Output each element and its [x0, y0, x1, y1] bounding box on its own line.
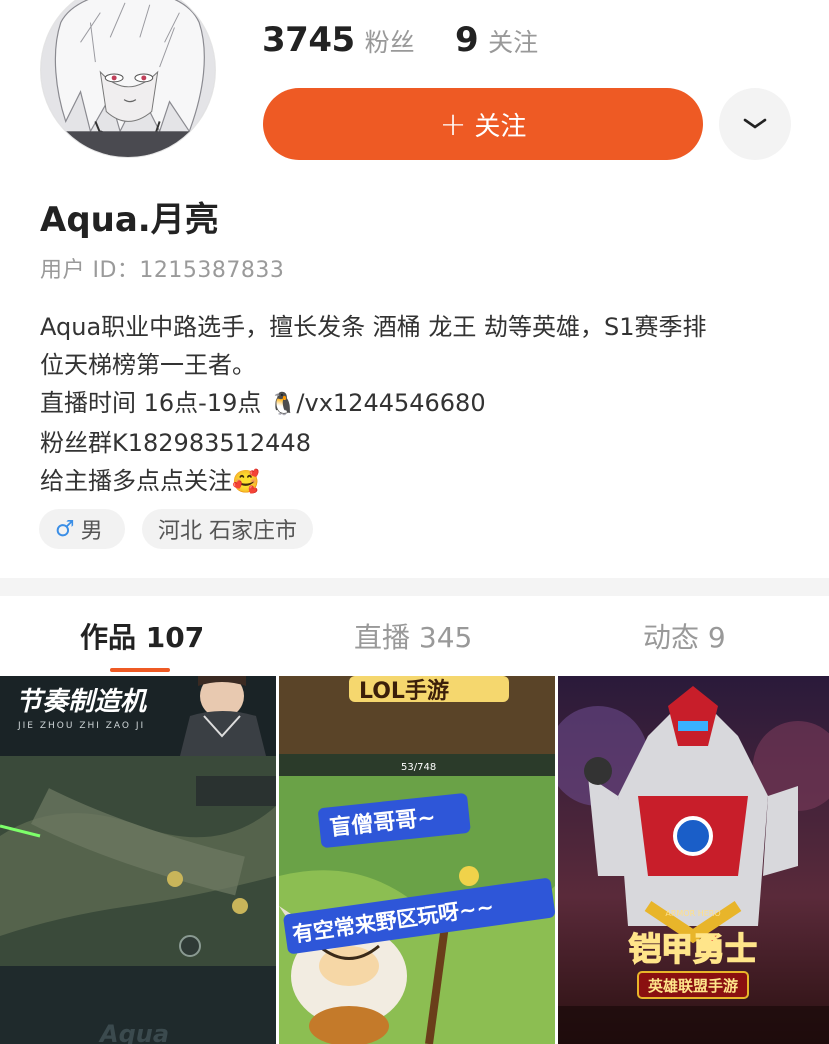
tab-posts[interactable]: 动态 9	[643, 616, 726, 656]
active-tab-indicator	[110, 668, 170, 672]
video-3-cover: ARMOR HERO 铠甲勇士 英雄联盟手游	[558, 676, 829, 1044]
video-1-cover: 节奏制造机 JIE ZHOU ZHI ZAO JI Aqua	[0, 676, 276, 1044]
video-1-title: 节奏制造机	[16, 687, 148, 717]
video-grid: 节奏制造机 JIE ZHOU ZHI ZAO JI Aqua LOL手游 53/…	[0, 676, 829, 1044]
fans-count: 3745	[262, 20, 355, 60]
avatar[interactable]	[40, 0, 216, 158]
bio-request: 给主播多点点关注	[40, 467, 232, 495]
video-3-logo-small: ARMOR HERO	[665, 909, 720, 918]
content-tabs: 作品 107 直播 345 动态 9	[0, 596, 829, 676]
bio-line-4: 粉丝群K182983512448	[40, 429, 311, 457]
bio-line-5: 给主播多点点关注🥰	[40, 462, 800, 502]
video-2-banner: LOL手游	[359, 678, 449, 704]
following-label: 关注	[488, 28, 539, 57]
follow-button-label: 关注	[474, 111, 527, 142]
male-icon: ♂	[55, 516, 75, 542]
section-divider	[0, 578, 829, 596]
video-1-subtitle: JIE ZHOU ZHI ZAO JI	[17, 721, 145, 731]
profile-name: Aqua.月亮	[40, 200, 219, 240]
gender-tag: ♂ 男	[39, 509, 125, 549]
more-options-button[interactable]	[719, 88, 791, 160]
profile-page: 3745 粉丝 9 关注 + 关注 Aqua.月亮 用户 ID：12153878…	[0, 0, 829, 1044]
plus-icon: +	[439, 105, 467, 143]
video-thumbnail-2[interactable]: LOL手游 53/748 盲僧哥哥~ 有空常来野区玩呀~~	[279, 676, 555, 1044]
gender-label: 男	[80, 519, 103, 544]
bio-line-1: Aqua职业中路选手，擅长发条 酒桶 龙王 劫等英雄，S1赛季排	[40, 313, 707, 341]
bio-line-2: 位天梯榜第一王者。	[40, 351, 256, 379]
fans-stat[interactable]: 3745 粉丝	[262, 20, 415, 60]
smiling-hearts-icon: 🥰	[232, 470, 260, 495]
following-count: 9	[455, 20, 479, 60]
user-id[interactable]: 用户 ID：1215387833	[40, 252, 284, 284]
video-thumbnail-3[interactable]: ARMOR HERO 铠甲勇士 英雄联盟手游	[558, 676, 829, 1044]
location-label: 河北 石家庄市	[158, 519, 297, 544]
fans-label: 粉丝	[364, 28, 415, 57]
bio: Aqua职业中路选手，擅长发条 酒桶 龙王 劫等英雄，S1赛季排 位天梯榜第一王…	[40, 308, 800, 502]
penguin-icon: 🐧	[269, 392, 297, 417]
follow-button[interactable]: + 关注	[263, 88, 703, 160]
avatar-illustration	[41, 0, 215, 157]
video-2-hud: 53/748	[401, 762, 436, 773]
tab-works[interactable]: 作品 107	[80, 616, 204, 656]
chevron-down-icon	[743, 118, 767, 129]
video-3-logo-title: 铠甲勇士	[629, 930, 757, 968]
tab-live[interactable]: 直播 345	[354, 616, 472, 656]
location-tag: 河北 石家庄市	[142, 509, 313, 549]
bio-contact: /vx1244546680	[296, 389, 486, 417]
video-1-watermark: Aqua	[98, 1020, 169, 1044]
bio-live-time: 直播时间 16点-19点	[40, 389, 269, 417]
video-thumbnail-1[interactable]: 节奏制造机 JIE ZHOU ZHI ZAO JI Aqua	[0, 676, 276, 1044]
bio-line-3: 直播时间 16点-19点 🐧/vx1244546680	[40, 384, 800, 424]
following-stat[interactable]: 9 关注	[455, 20, 538, 60]
video-3-logo-subtitle: 英雄联盟手游	[648, 977, 738, 995]
video-2-cover: LOL手游 53/748 盲僧哥哥~ 有空常来野区玩呀~~	[279, 676, 555, 1044]
